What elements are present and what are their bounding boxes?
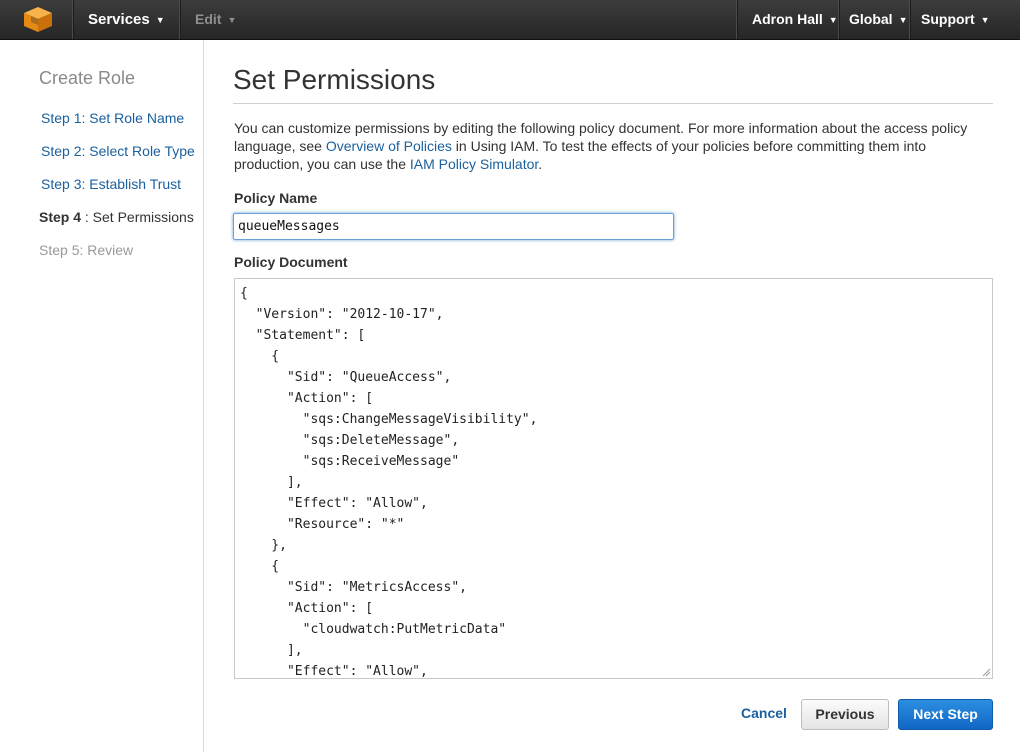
step-select-role-type[interactable]: Step 2: Select Role Type [41, 143, 195, 159]
step-review: Step 5: Review [39, 242, 134, 258]
user-label: Adron Hall [752, 11, 823, 27]
chevron-down-icon: ▼ [227, 15, 237, 25]
chevron-down-icon: ▼ [898, 15, 908, 25]
policy-name-label: Policy Name [234, 190, 318, 206]
divider [179, 0, 181, 39]
support-label: Support [921, 11, 975, 27]
next-step-button[interactable]: Next Step [898, 699, 993, 730]
step-establish-trust[interactable]: Step 3: Establish Trust [41, 176, 181, 192]
wizard-sidebar: Create Role Step 1: Set Role Name Step 2… [0, 40, 204, 752]
divider [72, 0, 74, 39]
policy-document-text[interactable]: { "Version": "2012-10-17", "Statement": … [235, 279, 992, 678]
page-title: Set Permissions [233, 64, 436, 95]
divider [838, 0, 840, 39]
services-menu[interactable]: Services ▼ [88, 0, 165, 39]
chevron-down-icon: ▼ [980, 15, 990, 25]
step-set-permissions: Step 4 : Set Permissions [39, 209, 194, 225]
region-label: Global [849, 11, 893, 27]
cancel-button[interactable]: Cancel [741, 705, 787, 721]
iam-policy-simulator-link[interactable]: IAM Policy Simulator [410, 156, 538, 172]
step-set-role-name[interactable]: Step 1: Set Role Name [41, 110, 184, 126]
region-menu[interactable]: Global ▼ [849, 0, 907, 39]
step-current-prefix: Step 4 [39, 209, 82, 225]
chevron-down-icon: ▼ [828, 15, 838, 25]
aws-cube-icon[interactable] [22, 6, 54, 33]
services-label: Services [88, 11, 150, 28]
resize-grip-icon[interactable] [982, 668, 991, 677]
step-current-label: : Set Permissions [81, 209, 194, 225]
policy-document-editor[interactable]: { "Version": "2012-10-17", "Statement": … [234, 278, 993, 679]
support-menu[interactable]: Support ▼ [921, 0, 990, 39]
divider [909, 0, 911, 39]
top-navigation-bar: Services ▼ Edit ▼ Adron Hall ▼ Global ▼ Supp… [0, 0, 1020, 40]
policy-name-input[interactable] [233, 213, 674, 240]
edit-menu[interactable]: Edit ▼ [195, 0, 236, 39]
previous-button[interactable]: Previous [801, 699, 889, 730]
chevron-down-icon: ▼ [155, 15, 165, 25]
sidebar-title: Create Role [39, 68, 136, 88]
user-menu[interactable]: Adron Hall ▼ [752, 0, 838, 39]
edit-label: Edit [195, 11, 222, 27]
description: You can customize permissions by editing… [234, 119, 994, 173]
policy-document-label: Policy Document [234, 254, 348, 270]
divider [233, 103, 993, 104]
overview-of-policies-link[interactable]: Overview of Policies [326, 138, 452, 154]
divider [736, 0, 738, 39]
description-text: . [538, 156, 543, 172]
